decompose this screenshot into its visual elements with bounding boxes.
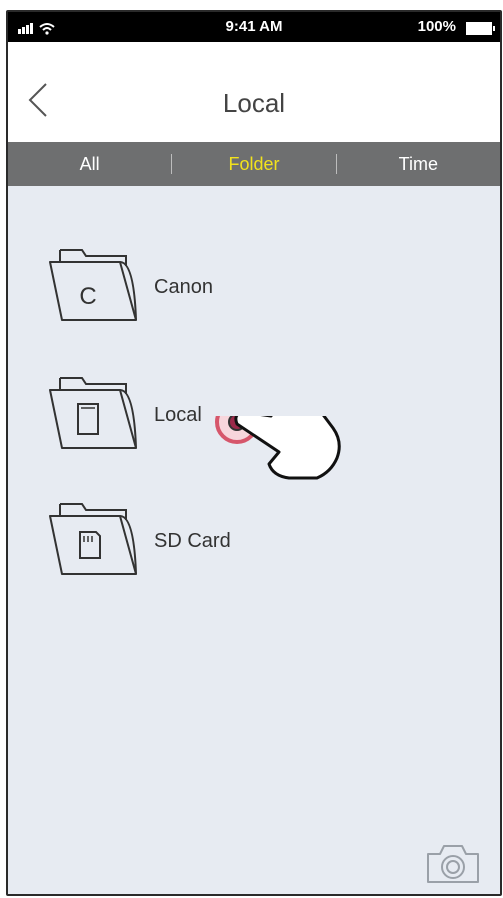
folder-canon-icon: C: [49, 249, 137, 321]
folder-item-canon[interactable]: C Canon: [46, 242, 306, 332]
folder-sd-card-icon: [49, 503, 137, 575]
camera-icon[interactable]: [424, 842, 482, 886]
tab-all[interactable]: All: [8, 154, 171, 175]
tab-time[interactable]: Time: [337, 154, 500, 175]
phone-frame: 9:41 AM 100% Local All Folder Time C Can…: [6, 10, 502, 896]
page-title: Local: [222, 88, 286, 118]
folder-label-canon: Canon: [154, 276, 213, 298]
folder-list: C Canon Local SD Card: [8, 186, 500, 894]
folder-label-local: Local: [154, 404, 202, 426]
folder-canon-glyph: C: [79, 283, 96, 310]
battery-icon: [466, 22, 495, 35]
folder-local-icon: [49, 377, 137, 449]
status-bar: 9:41 AM 100%: [8, 12, 500, 42]
tap-hand-icon: [215, 416, 341, 480]
tab-folder[interactable]: Folder: [172, 154, 335, 175]
tab-bar: All Folder Time: [8, 142, 500, 186]
battery-percent: 100%: [417, 18, 456, 35]
nav-bar: Local: [8, 42, 500, 142]
